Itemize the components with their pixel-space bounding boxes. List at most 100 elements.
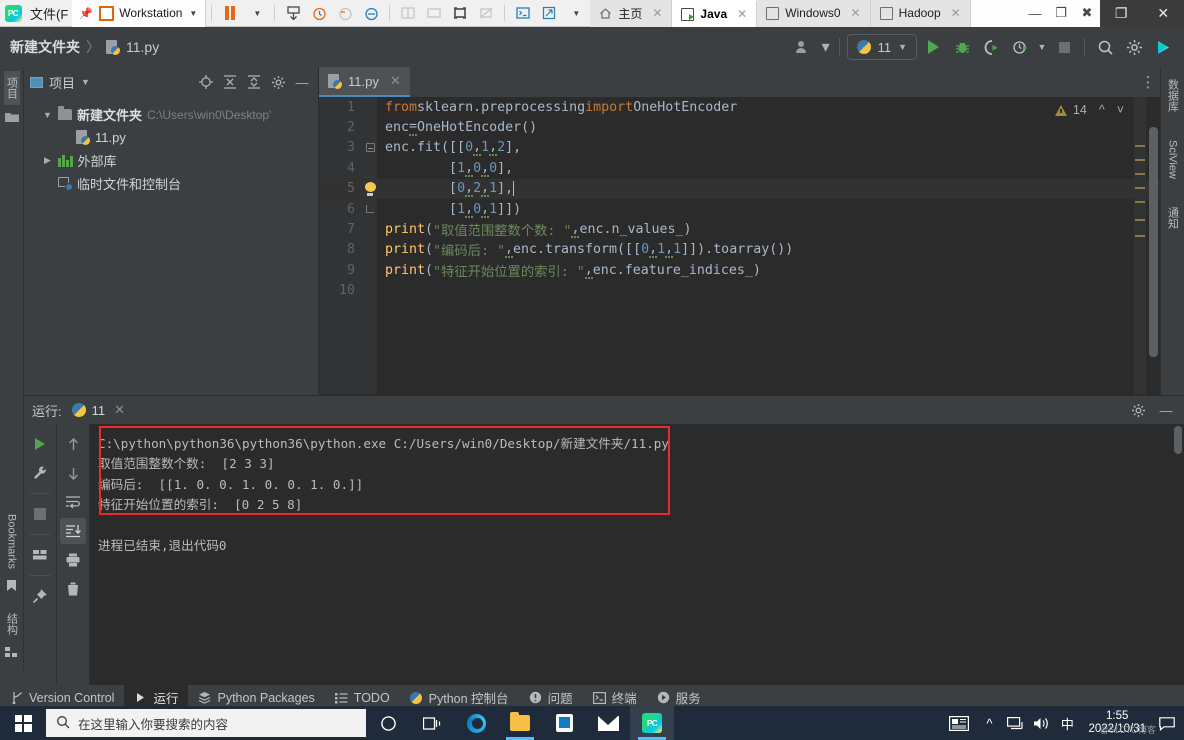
code-line[interactable]: 5 [0, 2, 1], [319,178,1160,199]
expand-all-icon[interactable] [220,72,240,92]
sidebar-item-bookmarks[interactable]: Bookmarks [6,508,18,575]
sidebar-item-structure[interactable]: 结构 [4,607,20,641]
vm-tab-java[interactable]: Java ✕ [672,0,758,27]
single-panel-icon[interactable] [421,0,447,27]
notification-center-icon[interactable] [1154,706,1180,740]
code-line[interactable]: 8 print("编码后: ", enc.transform([[0, 1, 1]]).… [319,240,1160,260]
console-scrollbar[interactable] [1174,426,1182,454]
minimize-icon[interactable]: — [1022,0,1048,27]
sidebar-item-sciview[interactable]: SciView [1167,134,1179,185]
project-folder-icon[interactable] [4,105,19,133]
volume-icon[interactable] [1028,706,1054,740]
collapse-all-icon[interactable] [244,72,264,92]
hide-panel-icon[interactable]: — [292,72,312,92]
locate-icon[interactable] [196,72,216,92]
restore-window-icon[interactable]: ❐ [1115,5,1128,22]
editor-tab-11py[interactable]: 11.py ✕ [319,67,410,97]
take-snapshot-icon[interactable] [306,0,332,27]
settings-icon[interactable] [1121,34,1147,60]
gear-icon[interactable] [1128,400,1148,420]
code-line[interactable]: 1 from sklearn.preprocessing import OneHo… [319,97,1160,117]
structure-icon[interactable] [5,641,18,671]
vm-tab-home[interactable]: 主页 ✕ [590,0,673,27]
expand-icon[interactable] [536,0,562,27]
account-caret-icon[interactable]: ▾ [820,34,832,60]
vm-tab-hadoop[interactable]: Hadoop ✕ [870,0,971,27]
chevron-right-icon[interactable]: ▶ [42,155,53,166]
down-arrow-icon[interactable] [60,460,86,486]
split-panel-icon[interactable] [395,0,421,27]
tree-node-scratches[interactable]: 临时文件和控制台 [24,172,318,195]
close-icon[interactable]: ✖ [1074,0,1100,27]
task-view-icon[interactable] [410,706,454,740]
stop-icon[interactable] [27,501,53,527]
show-hidden-icons-icon[interactable]: ^ [976,706,1002,740]
restore-icon[interactable]: ❐ [1048,0,1074,27]
updates-icon[interactable] [1150,34,1176,60]
code-line[interactable]: 2 enc = OneHotEncoder() [319,117,1160,137]
chevron-up-icon[interactable]: ^ [1093,103,1105,117]
up-arrow-icon[interactable] [60,431,86,457]
ime-indicator[interactable]: 中 [1054,706,1080,740]
profile-icon[interactable] [1007,34,1033,60]
code-line[interactable]: 10 [319,281,1160,301]
sidebar-item-project[interactable]: 项目 [3,71,20,105]
close-window-icon[interactable]: ✕ [1157,5,1169,22]
pycharm-icon[interactable] [630,706,674,740]
run-button[interactable] [920,34,946,60]
profile-caret-icon[interactable]: ▼ [1036,34,1048,60]
search-icon[interactable] [1092,34,1118,60]
breadcrumb-file[interactable]: 11.py [126,39,159,55]
windows-start-icon[interactable] [0,706,46,740]
cortana-circle-icon[interactable] [366,706,410,740]
inspection-status[interactable]: 14 ^ ˅ [1054,103,1124,117]
bookmark-icon[interactable] [6,575,17,607]
sidebar-item-database[interactable]: 数据库 [1165,73,1181,118]
chevron-down-icon[interactable]: ▼ [81,77,90,87]
expand-caret-icon[interactable]: ▼ [562,0,588,27]
minimize-icon[interactable]: — [1156,400,1176,420]
more-options-icon[interactable]: ⋮ [1136,67,1160,97]
code-line[interactable]: 9 print("特征开始位置的索引: ", enc.feature_indices… [319,260,1160,280]
sidebar-item-notifications[interactable]: 通知 [1165,201,1181,235]
fullscreen-icon[interactable] [447,0,473,27]
fold-end-icon[interactable] [363,199,377,219]
debug-icon[interactable] [949,34,975,60]
close-icon[interactable]: ✕ [737,7,747,21]
vm-menu-file[interactable]: 文件(F [26,4,72,23]
pin-icon[interactable] [27,583,53,609]
mail-icon[interactable] [586,706,630,740]
close-icon[interactable]: ✕ [951,6,961,20]
print-icon[interactable] [60,547,86,573]
editor-scrollbar[interactable] [1149,127,1158,357]
soft-wrap-icon[interactable] [60,489,86,515]
chevron-down-icon[interactable]: ▼ [42,110,53,120]
code-line[interactable]: 3 enc.fit([[0, 1, 2], [319,138,1160,158]
tree-node-external-libraries[interactable]: ▶ 外部库 [24,149,318,172]
search-input[interactable]: 在这里输入你要搜索的内容 [46,709,366,737]
unity-mode-icon[interactable] [473,0,499,27]
intention-bulb-icon[interactable] [363,179,377,199]
pin-icon[interactable]: 📌 [78,5,94,21]
console-icon[interactable] [510,0,536,27]
settings-wrench-icon[interactable] [27,460,53,486]
close-icon[interactable]: ✕ [390,73,401,89]
fold-collapse-icon[interactable] [363,138,377,158]
rerun-icon[interactable] [27,431,53,457]
gear-icon[interactable] [268,72,288,92]
chevron-down-icon[interactable]: ˅ [1111,103,1124,117]
pause-caret-icon[interactable]: ▼ [243,0,269,27]
console-output[interactable]: C:\python\python36\python36\python.exe C… [90,424,1184,685]
user-account-icon[interactable] [791,34,817,60]
vm-workstation-tab[interactable]: 📌 Workstation ▼ [72,0,207,27]
code-lines[interactable]: 1 from sklearn.preprocessing import OneHo… [319,97,1160,301]
microsoft-store-icon[interactable] [542,706,586,740]
run-configuration-selector[interactable]: 11 ▼ [846,34,917,60]
clock[interactable]: 1:55 2022/10/31 @51CTO博客 [1080,710,1156,736]
stop-icon[interactable] [1051,34,1077,60]
layout-icon[interactable] [27,542,53,568]
code-line[interactable]: 7 print("取值范围整数个数: ", enc.n_values_) [319,219,1160,239]
close-icon[interactable]: ✕ [114,402,125,418]
chevron-down-icon[interactable]: ▼ [898,42,907,52]
run-tab-11[interactable]: 11 ✕ [71,402,125,418]
